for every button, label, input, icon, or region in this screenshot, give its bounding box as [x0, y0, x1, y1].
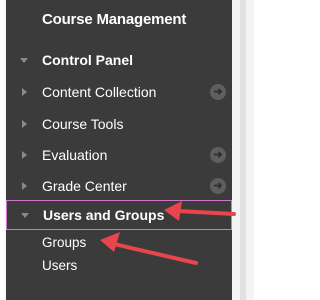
arrow-right-circle-icon[interactable]: ➜ [210, 84, 226, 100]
users-and-groups-label: Users and Groups [43, 207, 165, 223]
menu-item-label: Course Tools [42, 116, 124, 132]
control-panel-toggle[interactable]: Control Panel [6, 46, 232, 74]
chevron-right-icon [22, 120, 27, 128]
scroll-track [240, 0, 246, 300]
menu-item-label: Content Collection [42, 84, 157, 100]
menu-item-grade-center[interactable]: Grade Center ➜ [6, 172, 232, 200]
chevron-right-icon [22, 88, 27, 96]
menu-item-evaluation[interactable]: Evaluation ➜ [6, 141, 232, 169]
chevron-right-icon [22, 151, 27, 159]
submenu-item-users[interactable]: Users [42, 258, 77, 273]
annotation-arrow-groups [100, 232, 198, 265]
arrow-right-circle-icon[interactable]: ➜ [210, 147, 226, 163]
menu-item-label: Grade Center [42, 178, 127, 194]
chevron-right-icon [22, 182, 27, 190]
submenu-item-groups[interactable]: Groups [42, 235, 86, 250]
menu-item-content-collection[interactable]: Content Collection ➜ [6, 78, 232, 106]
chevron-down-icon [20, 58, 28, 63]
arrow-right-circle-icon[interactable]: ➜ [210, 178, 226, 194]
chevron-down-icon [21, 213, 29, 218]
menu-item-course-tools[interactable]: Course Tools [6, 110, 232, 138]
annotation-arrow-users-and-groups [164, 201, 236, 221]
menu-item-label: Evaluation [42, 147, 108, 163]
course-management-title: Course Management [42, 11, 187, 28]
control-panel-label: Control Panel [42, 52, 134, 68]
